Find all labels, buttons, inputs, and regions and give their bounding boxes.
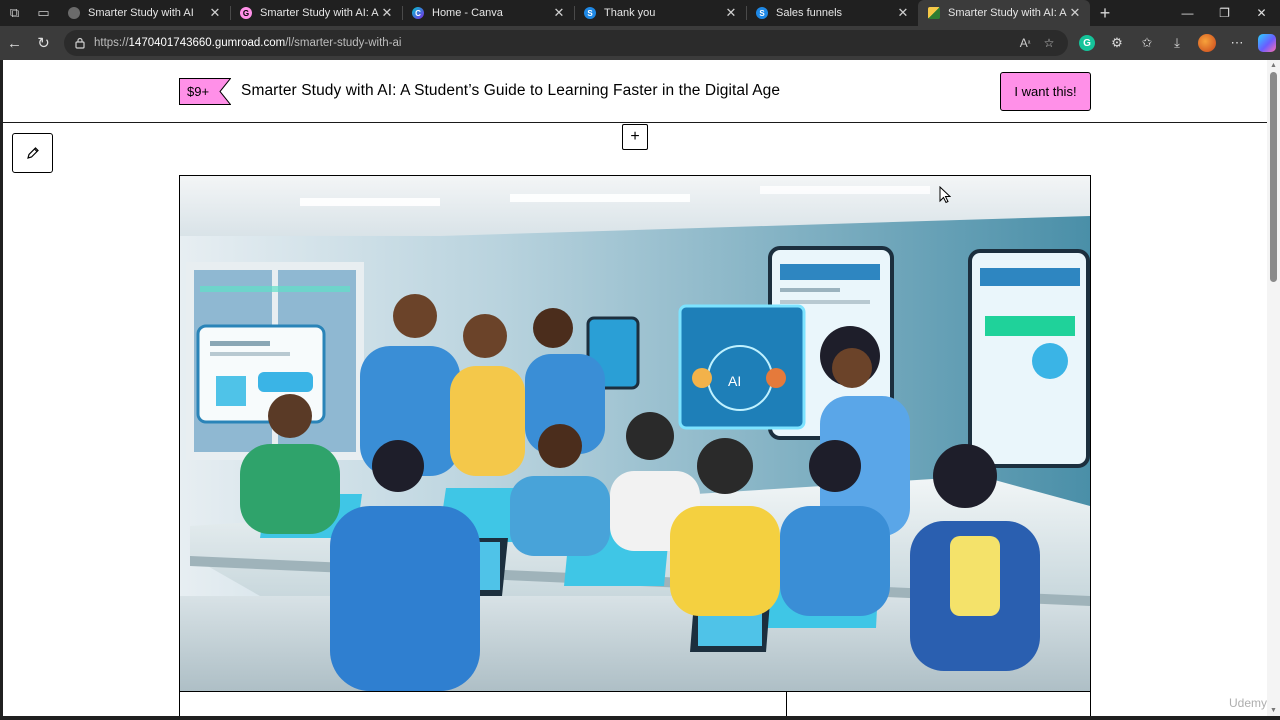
favorite-star-icon[interactable]: ☆ (1040, 34, 1058, 52)
window-controls: — ❐ ✕ (1169, 0, 1280, 26)
restore-icon[interactable]: ❐ (1206, 0, 1243, 26)
tab-strip: ⧉ ▭ Smarter Study with AI ✕ G Smarter St… (0, 0, 1280, 26)
edit-button[interactable] (12, 133, 53, 173)
gumroad-gray-icon (68, 7, 80, 19)
refresh-icon[interactable]: ↻ (29, 29, 58, 57)
tab-title: Sales funnels (776, 7, 843, 19)
buy-button[interactable]: I want this! (1000, 72, 1091, 111)
browser-tab[interactable]: S Sales funnels ✕ (746, 0, 918, 26)
browser-tab[interactable]: C Home - Canva ✕ (402, 0, 574, 26)
systeme-icon: S (756, 7, 768, 19)
profile-avatar-icon[interactable] (1198, 34, 1216, 52)
mouse-cursor-icon (939, 185, 952, 204)
url-host: 1470401743660.gumroad.com (128, 37, 286, 49)
browser-toolbar: ← ↻ https://1470401743660.gumroad.com/l/… (0, 26, 1280, 60)
content-section (179, 691, 1091, 716)
section-divider (786, 692, 787, 716)
browser-tab[interactable]: G Smarter Study with AI: A Stud ✕ (230, 0, 402, 26)
product-title: Smarter Study with AI: A Student’s Guide… (241, 82, 781, 99)
scroll-thumb[interactable] (1270, 72, 1277, 282)
read-aloud-icon[interactable]: Aᵃ (1016, 34, 1034, 52)
address-bar[interactable]: https://1470401743660.gumroad.com/l/smar… (64, 30, 1068, 56)
address-bar-actions: Aᵃ ☆ (1016, 34, 1058, 52)
page-scrollbar[interactable]: ▲ ▼ (1267, 60, 1280, 716)
close-tab-icon[interactable]: ✕ (1068, 5, 1082, 21)
lock-icon[interactable] (72, 35, 88, 51)
extensions-icon[interactable]: ⚙ (1102, 29, 1132, 57)
browser-tab[interactable]: S Thank you ✕ (574, 0, 746, 26)
pencil-icon (26, 147, 39, 159)
grammarly-icon[interactable]: G (1079, 35, 1095, 51)
cover-image: AI (179, 175, 1091, 692)
close-tab-icon[interactable]: ✕ (724, 5, 738, 21)
product-header: $9+ Smarter Study with AI: A Student’s G… (3, 60, 1267, 123)
tab-title: Smarter Study with AI (88, 7, 194, 19)
close-tab-icon[interactable]: ✕ (380, 5, 394, 21)
url-text: https://1470401743660.gumroad.com/l/smar… (94, 37, 402, 49)
price-text: $9+ (187, 84, 209, 99)
downloads-icon[interactable]: ⤓ (1162, 29, 1192, 57)
gumroad-yellow-icon (928, 7, 940, 19)
page-viewport: $9+ Smarter Study with AI: A Student’s G… (3, 60, 1267, 716)
more-menu-icon[interactable]: ⋯ (1222, 29, 1252, 57)
close-tab-icon[interactable]: ✕ (552, 5, 566, 21)
toolbar-icons: G ⚙ ✩ ⤓ ⋯ (1072, 29, 1280, 57)
new-tab-button[interactable]: + (1090, 0, 1120, 26)
copilot-icon[interactable] (1258, 34, 1276, 52)
url-path: /l/smarter-study-with-ai (285, 37, 402, 49)
close-window-icon[interactable]: ✕ (1243, 0, 1280, 26)
back-icon[interactable]: ← (0, 29, 29, 57)
tab-title: Smarter Study with AI: A Stud (948, 7, 1068, 19)
canva-icon: C (412, 7, 424, 19)
tab-title: Thank you (604, 7, 656, 19)
udemy-watermark: Udemy (1229, 696, 1267, 710)
close-tab-icon[interactable]: ✕ (896, 5, 910, 21)
tab-title: Home - Canva (432, 7, 503, 19)
browser-tab[interactable]: Smarter Study with AI ✕ (58, 0, 230, 26)
svg-text:AI: AI (728, 373, 741, 389)
add-section-button[interactable]: + (622, 124, 648, 150)
url-prefix: https:// (94, 37, 129, 49)
gumroad-pink-icon: G (240, 7, 252, 19)
systeme-icon: S (584, 7, 596, 19)
favorites-icon[interactable]: ✩ (1132, 29, 1162, 57)
scroll-down-icon[interactable]: ▼ (1270, 707, 1277, 714)
browser-tab-active[interactable]: Smarter Study with AI: A Stud ✕ (918, 0, 1090, 26)
price-tag: $9+ (179, 78, 232, 110)
minimize-icon[interactable]: — (1169, 0, 1206, 26)
tab-title: Smarter Study with AI: A Stud (260, 7, 380, 19)
close-tab-icon[interactable]: ✕ (208, 5, 222, 21)
scroll-up-icon[interactable]: ▲ (1270, 62, 1277, 69)
tab-actions-icon[interactable]: ▭ (29, 0, 58, 26)
workspaces-icon[interactable]: ⧉ (0, 0, 29, 26)
